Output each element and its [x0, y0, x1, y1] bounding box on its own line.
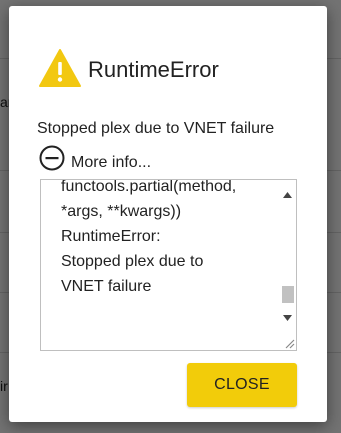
warning-triangle-icon [39, 49, 81, 87]
more-info-toggle[interactable]: More info... [39, 144, 151, 172]
error-details-textarea[interactable]: functools.partial(method, *args, **kwarg… [40, 179, 297, 351]
error-message: Stopped plex due to VNET failure [37, 120, 275, 137]
minus-circle-icon[interactable] [39, 145, 65, 171]
close-button[interactable]: CLOSE [187, 363, 297, 407]
resize-grip-icon[interactable] [283, 337, 295, 349]
dialog-header: RuntimeError [38, 48, 219, 88]
scroll-thumb[interactable] [282, 286, 294, 303]
details-scrollbar[interactable] [279, 180, 296, 350]
error-details-text: functools.partial(method, *args, **kwarg… [61, 179, 237, 295]
scroll-up-arrow-icon[interactable] [279, 186, 296, 203]
error-dialog: RuntimeError Stopped plex due to VNET fa… [9, 6, 327, 422]
more-info-label[interactable]: More info... [71, 144, 151, 172]
scroll-down-arrow-icon[interactable] [279, 309, 296, 326]
dialog-title: RuntimeError [88, 57, 219, 82]
